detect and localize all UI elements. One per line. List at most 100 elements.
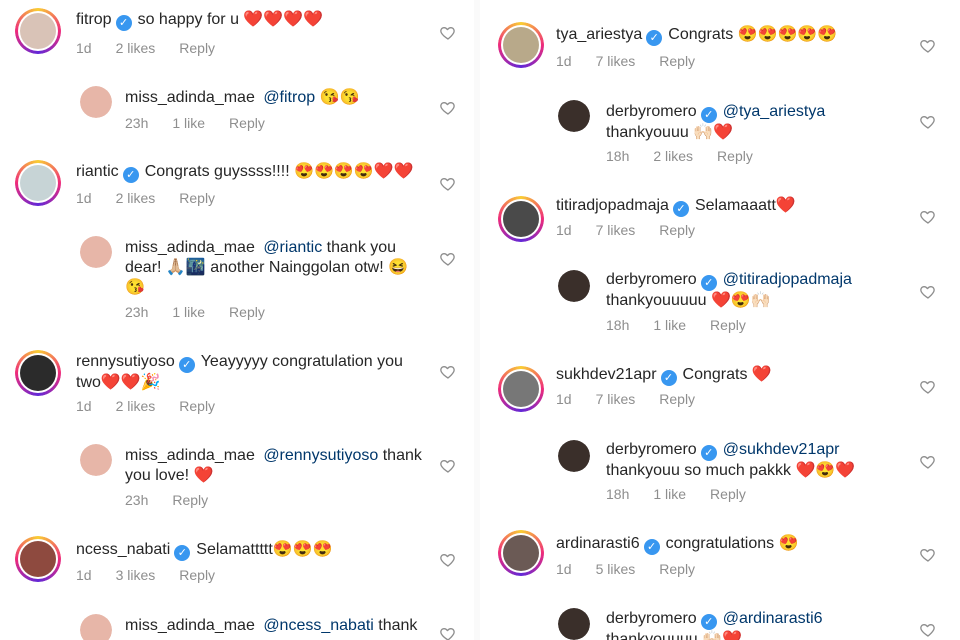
comment-body: thank [373, 617, 418, 634]
comment-timestamp: 1d [556, 53, 572, 69]
heart-outline-icon[interactable] [920, 284, 936, 300]
heart-outline-icon[interactable] [440, 25, 456, 41]
avatar[interactable] [498, 196, 544, 242]
avatar[interactable] [80, 614, 112, 640]
avatar[interactable] [15, 8, 61, 54]
heart-outline-icon[interactable] [920, 114, 936, 130]
avatar[interactable] [15, 350, 61, 396]
likes-count[interactable]: 5 likes [596, 561, 636, 577]
comment-timestamp: 1d [556, 561, 572, 577]
avatar[interactable] [498, 366, 544, 412]
reply-link[interactable]: Reply [172, 492, 208, 508]
comment-username[interactable]: titiradjopadmaja [556, 197, 669, 214]
heart-outline-icon[interactable] [920, 454, 936, 470]
heart-outline-icon[interactable] [440, 251, 456, 267]
comment-username[interactable]: derbyromero [606, 441, 697, 458]
reply-link[interactable]: Reply [229, 115, 265, 131]
heart-outline-icon[interactable] [440, 100, 456, 116]
heart-outline-icon[interactable] [440, 458, 456, 474]
comment-meta: 1d 2 likes Reply [76, 40, 239, 56]
comment-username[interactable]: rennysutiyoso [76, 353, 175, 370]
comment-username[interactable]: riantic [76, 163, 119, 180]
comment-body: Selamattttt😍😍😍 [196, 541, 333, 558]
comment-username[interactable]: sukhdev21apr [556, 366, 657, 383]
mention-link[interactable]: @riantic [263, 239, 322, 256]
comment-text: sukhdev21apr ✓ Congrats ❤️ [556, 365, 876, 386]
reply-link[interactable]: Reply [710, 486, 746, 502]
reply-link[interactable]: Reply [179, 190, 215, 206]
reply-link[interactable]: Reply [659, 391, 695, 407]
reply-link[interactable]: Reply [710, 317, 746, 333]
reply-link[interactable]: Reply [179, 40, 215, 56]
likes-count[interactable]: 7 likes [596, 53, 636, 69]
comment-timestamp: 1d [556, 222, 572, 238]
avatar[interactable] [15, 536, 61, 582]
avatar[interactable] [15, 160, 61, 206]
avatar[interactable] [498, 22, 544, 68]
comment-meta: 1d 5 likes Reply [556, 561, 719, 577]
likes-count[interactable]: 2 likes [116, 398, 156, 414]
comment-text: ncess_nabati ✓ Selamattttt😍😍😍 [76, 540, 416, 561]
heart-outline-icon[interactable] [440, 364, 456, 380]
mention-link[interactable]: @tya_ariestya [723, 103, 826, 120]
likes-count[interactable]: 3 likes [116, 567, 156, 583]
mention-link[interactable]: @titiradjopadmaja [723, 271, 852, 288]
likes-count[interactable]: 7 likes [596, 222, 636, 238]
likes-count[interactable]: 1 like [653, 486, 686, 502]
likes-count[interactable]: 1 like [653, 317, 686, 333]
reply-link[interactable]: Reply [659, 53, 695, 69]
comment-body: 😘😘 [315, 89, 360, 106]
comment-username[interactable]: fitrop [76, 11, 112, 28]
verified-badge-icon: ✓ [178, 357, 195, 373]
avatar[interactable] [558, 100, 590, 132]
comment-username[interactable]: derbyromero [606, 103, 697, 120]
comment-timestamp: 1d [76, 40, 92, 56]
likes-count[interactable]: 7 likes [596, 391, 636, 407]
reply-link[interactable]: Reply [659, 561, 695, 577]
comment-username[interactable]: miss_adinda_mae [125, 89, 255, 106]
heart-outline-icon[interactable] [920, 209, 936, 225]
heart-outline-icon[interactable] [920, 547, 936, 563]
heart-outline-icon[interactable] [440, 176, 456, 192]
reply-link[interactable]: Reply [659, 222, 695, 238]
comment-username[interactable]: miss_adinda_mae [125, 239, 255, 256]
avatar[interactable] [558, 608, 590, 640]
comment-username[interactable]: derbyromero [606, 271, 697, 288]
heart-outline-icon[interactable] [440, 552, 456, 568]
heart-outline-icon[interactable] [920, 622, 936, 638]
comment-timestamp: 1d [76, 190, 92, 206]
avatar[interactable] [498, 530, 544, 576]
likes-count[interactable]: 2 likes [116, 190, 156, 206]
verified-badge-icon: ✓ [700, 107, 717, 123]
mention-link[interactable]: @rennysutiyoso [263, 447, 378, 464]
reply-link[interactable]: Reply [179, 567, 215, 583]
likes-count[interactable]: 2 likes [116, 40, 156, 56]
avatar[interactable] [80, 86, 112, 118]
comment-username[interactable]: ardinarasti6 [556, 535, 640, 552]
reply-link[interactable]: Reply [229, 304, 265, 320]
comment-username[interactable]: derbyromero [606, 610, 697, 627]
comment-username[interactable]: miss_adinda_mae [125, 617, 255, 634]
mention-link[interactable]: @fitrop [263, 89, 315, 106]
avatar[interactable] [80, 236, 112, 268]
comment-username[interactable]: tya_ariestya [556, 26, 642, 43]
reply-link[interactable]: Reply [717, 148, 753, 164]
comment-username[interactable]: ncess_nabati [76, 541, 170, 558]
avatar[interactable] [80, 444, 112, 476]
mention-link[interactable]: @ardinarasti6 [723, 610, 823, 627]
comment-timestamp: 23h [125, 304, 149, 320]
heart-outline-icon[interactable] [440, 626, 456, 640]
mention-link[interactable]: @ncess_nabati [263, 617, 374, 634]
heart-outline-icon[interactable] [920, 38, 936, 54]
comment-timestamp: 1d [76, 567, 92, 583]
reply-link[interactable]: Reply [179, 398, 215, 414]
avatar[interactable] [558, 270, 590, 302]
likes-count[interactable]: 1 like [172, 115, 205, 131]
comment-username[interactable]: miss_adinda_mae [125, 447, 255, 464]
likes-count[interactable]: 2 likes [653, 148, 693, 164]
verified-badge-icon: ✓ [646, 30, 663, 46]
likes-count[interactable]: 1 like [172, 304, 205, 320]
avatar[interactable] [558, 440, 590, 472]
mention-link[interactable]: @sukhdev21apr [723, 441, 840, 458]
heart-outline-icon[interactable] [920, 379, 936, 395]
